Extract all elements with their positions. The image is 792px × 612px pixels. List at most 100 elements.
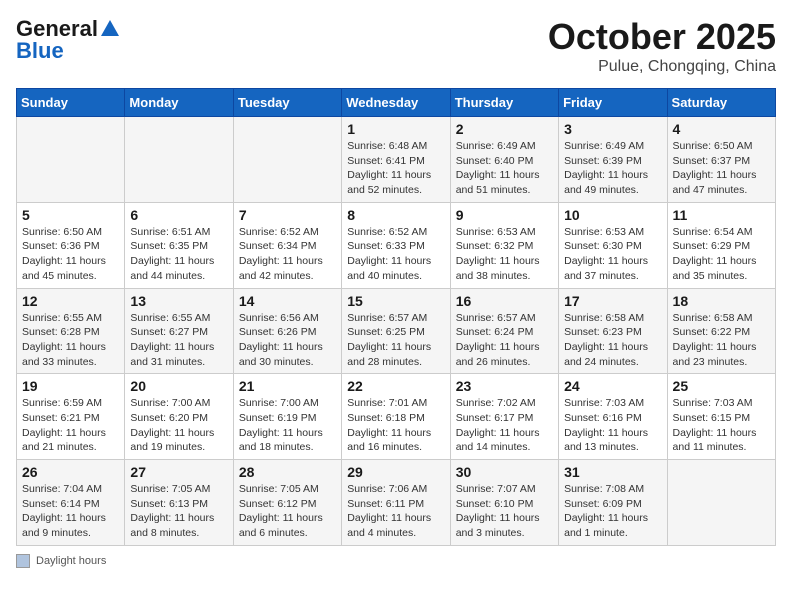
day-info: Sunrise: 6:53 AM Sunset: 6:30 PM Dayligh… [564,225,661,284]
calendar-cell: 29 Sunrise: 7:06 AM Sunset: 6:11 PM Dayli… [342,460,450,546]
weekday-header: Monday [125,89,233,117]
day-info: Sunrise: 6:58 AM Sunset: 6:22 PM Dayligh… [673,311,770,370]
day-info: Sunrise: 7:04 AM Sunset: 6:14 PM Dayligh… [22,482,119,541]
day-info: Sunrise: 6:49 AM Sunset: 6:39 PM Dayligh… [564,139,661,198]
calendar-cell [17,117,125,203]
weekday-header: Thursday [450,89,558,117]
day-number: 22 [347,378,444,394]
calendar-cell: 31 Sunrise: 7:08 AM Sunset: 6:09 PM Dayli… [559,460,667,546]
calendar-week-row: 19Sunrise: 6:59 AM Sunset: 6:21 PM Dayli… [17,374,776,460]
calendar-cell [667,460,775,546]
weekday-header: Wednesday [342,89,450,117]
calendar-cell: 22Sunrise: 7:01 AM Sunset: 6:18 PM Dayli… [342,374,450,460]
day-number: 11 [673,207,770,223]
day-info: Sunrise: 6:56 AM Sunset: 6:26 PM Dayligh… [239,311,336,370]
day-info: Sunrise: 6:57 AM Sunset: 6:25 PM Dayligh… [347,311,444,370]
daylight-legend-box [16,554,30,568]
calendar-cell: 6 Sunrise: 6:51 AM Sunset: 6:35 PM Daylig… [125,202,233,288]
day-number: 16 [456,293,553,309]
calendar-table: SundayMondayTuesdayWednesdayThursdayFrid… [16,88,776,546]
day-number: 30 [456,464,553,480]
calendar-cell: 7Sunrise: 6:52 AM Sunset: 6:34 PM Daylig… [233,202,341,288]
day-info: Sunrise: 6:54 AM Sunset: 6:29 PM Dayligh… [673,225,770,284]
calendar-cell: 5 Sunrise: 6:50 AM Sunset: 6:36 PM Daylig… [17,202,125,288]
day-number: 15 [347,293,444,309]
day-info: Sunrise: 7:06 AM Sunset: 6:11 PM Dayligh… [347,482,444,541]
day-info: Sunrise: 7:08 AM Sunset: 6:09 PM Dayligh… [564,482,661,541]
day-number: 4 [673,121,770,137]
calendar-title: October 2025 [548,16,776,58]
day-info: Sunrise: 6:58 AM Sunset: 6:23 PM Dayligh… [564,311,661,370]
calendar-subtitle: Pulue, Chongqing, China [548,58,776,76]
weekday-header: Tuesday [233,89,341,117]
day-number: 17 [564,293,661,309]
day-number: 8 [347,207,444,223]
calendar-cell: 16Sunrise: 6:57 AM Sunset: 6:24 PM Dayli… [450,288,558,374]
day-number: 14 [239,293,336,309]
day-info: Sunrise: 6:50 AM Sunset: 6:36 PM Dayligh… [22,225,119,284]
day-info: Sunrise: 6:49 AM Sunset: 6:40 PM Dayligh… [456,139,553,198]
calendar-cell: 19Sunrise: 6:59 AM Sunset: 6:21 PM Dayli… [17,374,125,460]
day-number: 24 [564,378,661,394]
day-info: Sunrise: 6:55 AM Sunset: 6:28 PM Dayligh… [22,311,119,370]
day-info: Sunrise: 7:07 AM Sunset: 6:10 PM Dayligh… [456,482,553,541]
calendar-cell: 24 Sunrise: 7:03 AM Sunset: 6:16 PM Dayli… [559,374,667,460]
calendar-cell: 14 Sunrise: 6:56 AM Sunset: 6:26 PM Dayli… [233,288,341,374]
day-number: 25 [673,378,770,394]
day-number: 27 [130,464,227,480]
calendar-cell: 21 Sunrise: 7:00 AM Sunset: 6:19 PM Dayli… [233,374,341,460]
day-number: 26 [22,464,119,480]
calendar-cell: 20Sunrise: 7:00 AM Sunset: 6:20 PM Dayli… [125,374,233,460]
day-number: 6 [130,207,227,223]
day-number: 5 [22,207,119,223]
logo-icon [99,18,121,40]
calendar-cell: 13 Sunrise: 6:55 AM Sunset: 6:27 PM Dayli… [125,288,233,374]
day-info: Sunrise: 7:00 AM Sunset: 6:19 PM Dayligh… [239,396,336,455]
day-number: 1 [347,121,444,137]
day-info: Sunrise: 6:59 AM Sunset: 6:21 PM Dayligh… [22,396,119,455]
day-number: 10 [564,207,661,223]
day-number: 13 [130,293,227,309]
day-info: Sunrise: 7:03 AM Sunset: 6:15 PM Dayligh… [673,396,770,455]
day-number: 18 [673,293,770,309]
day-info: Sunrise: 7:00 AM Sunset: 6:20 PM Dayligh… [130,396,227,455]
day-number: 28 [239,464,336,480]
calendar-cell [233,117,341,203]
logo: General Blue [16,16,121,64]
calendar-cell: 2 Sunrise: 6:49 AM Sunset: 6:40 PM Daylig… [450,117,558,203]
calendar-cell: 8Sunrise: 6:52 AM Sunset: 6:33 PM Daylig… [342,202,450,288]
title-block: October 2025 Pulue, Chongqing, China [548,16,776,76]
weekday-header: Friday [559,89,667,117]
day-number: 12 [22,293,119,309]
weekday-header: Saturday [667,89,775,117]
calendar-cell: 11 Sunrise: 6:54 AM Sunset: 6:29 PM Dayli… [667,202,775,288]
day-number: 21 [239,378,336,394]
day-info: Sunrise: 7:05 AM Sunset: 6:13 PM Dayligh… [130,482,227,541]
calendar-cell: 3 Sunrise: 6:49 AM Sunset: 6:39 PM Daylig… [559,117,667,203]
calendar-cell: 10 Sunrise: 6:53 AM Sunset: 6:30 PM Dayli… [559,202,667,288]
logo-blue: Blue [16,38,64,64]
day-info: Sunrise: 6:51 AM Sunset: 6:35 PM Dayligh… [130,225,227,284]
weekday-header: Sunday [17,89,125,117]
calendar-week-row: 12 Sunrise: 6:55 AM Sunset: 6:28 PM Dayli… [17,288,776,374]
calendar-cell: 4Sunrise: 6:50 AM Sunset: 6:37 PM Daylig… [667,117,775,203]
calendar-week-row: 5 Sunrise: 6:50 AM Sunset: 6:36 PM Daylig… [17,202,776,288]
day-info: Sunrise: 7:05 AM Sunset: 6:12 PM Dayligh… [239,482,336,541]
daylight-label: Daylight hours [36,555,106,567]
day-number: 31 [564,464,661,480]
day-info: Sunrise: 6:55 AM Sunset: 6:27 PM Dayligh… [130,311,227,370]
day-number: 3 [564,121,661,137]
calendar-cell: 26 Sunrise: 7:04 AM Sunset: 6:14 PM Dayli… [17,460,125,546]
calendar-cell: 12 Sunrise: 6:55 AM Sunset: 6:28 PM Dayli… [17,288,125,374]
calendar-cell: 25 Sunrise: 7:03 AM Sunset: 6:15 PM Dayli… [667,374,775,460]
day-number: 2 [456,121,553,137]
day-info: Sunrise: 6:53 AM Sunset: 6:32 PM Dayligh… [456,225,553,284]
calendar-cell: 28 Sunrise: 7:05 AM Sunset: 6:12 PM Dayli… [233,460,341,546]
day-number: 9 [456,207,553,223]
calendar-week-row: 26 Sunrise: 7:04 AM Sunset: 6:14 PM Dayli… [17,460,776,546]
day-info: Sunrise: 7:03 AM Sunset: 6:16 PM Dayligh… [564,396,661,455]
calendar-cell: 17 Sunrise: 6:58 AM Sunset: 6:23 PM Dayli… [559,288,667,374]
day-number: 29 [347,464,444,480]
calendar-week-row: 1Sunrise: 6:48 AM Sunset: 6:41 PM Daylig… [17,117,776,203]
day-number: 7 [239,207,336,223]
